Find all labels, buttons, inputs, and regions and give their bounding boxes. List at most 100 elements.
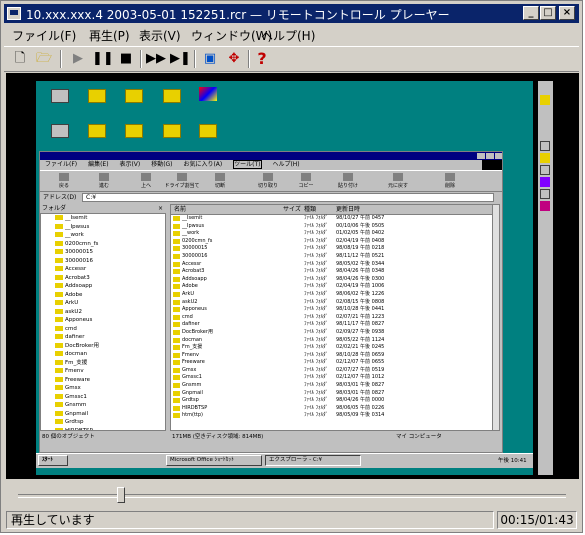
tree-item: Acrobat3: [41, 274, 165, 283]
clock: 午後 10:41: [498, 458, 527, 464]
file-list: 名前 サイズ 種類 更新日時 __Isemit ﾌｧｲﾙ ﾌｫﾙﾀﾞ 98/10/2…: [170, 204, 500, 431]
file-name: 30000015: [182, 245, 208, 252]
folder-icon: [173, 276, 180, 282]
explorer-menu-item: ヘルプ(H): [272, 161, 300, 168]
folder-icon: [55, 291, 63, 297]
folder-icon: [55, 402, 63, 407]
step-forward-icon[interactable]: ▶❚: [170, 50, 191, 68]
folder-icon: [199, 124, 217, 138]
folder-icon: [55, 232, 63, 237]
folder-icon: [173, 269, 180, 275]
folder-icon: [55, 325, 63, 331]
folder-icon: [173, 322, 180, 328]
file-row: Gnsmm ﾌｧｲﾙ ﾌｫﾙﾀﾞ 98/03/01 午後 0827: [171, 382, 499, 390]
file-name: Acrobat3: [182, 268, 205, 275]
file-name: Gnpmail: [182, 389, 203, 396]
folder-icon: [55, 359, 63, 365]
pause-icon[interactable]: ❚❚: [92, 50, 114, 68]
explorer-menu-item: ファイル(F): [45, 161, 78, 168]
file-type: ﾌｧｲﾙ ﾌｫﾙﾀﾞ: [304, 298, 329, 305]
file-row: 30000015 ﾌｧｲﾙ ﾌｫﾙﾀﾞ 98/08/19 午前 0218: [171, 245, 499, 253]
explorer-title-bar: [40, 152, 502, 160]
folder-icon: [55, 334, 63, 339]
tree-item-label: ArkU: [65, 300, 79, 306]
file-type: ﾌｧｲﾙ ﾌｫﾙﾀﾞ: [304, 336, 329, 343]
file-date: 01/02/05 午前 0402: [336, 230, 385, 237]
disk-space: 171MB (空きディスク領域: 814MB): [172, 434, 264, 440]
tree-item: __Isemit: [41, 214, 165, 223]
capture-icon[interactable]: ▣: [200, 50, 220, 68]
tree-item-label: askU2: [65, 308, 82, 315]
tree-item: __work: [41, 231, 165, 240]
file-date: 02/09/27 午後 0938: [336, 328, 385, 335]
file-date: 02/12/07 午前 0655: [336, 359, 385, 366]
tree-item-label: 30000016: [65, 257, 93, 264]
tree-item: Addsoapp: [41, 282, 165, 291]
address-label: アドレス(D): [43, 194, 77, 201]
tree-item-label: Adobe: [65, 291, 83, 298]
file-row: Adobe ﾌｧｲﾙ ﾌｫﾙﾀﾞ 02/04/19 午前 1006: [171, 283, 499, 291]
explorer-toolbar: 戻る 進む 上へ ドライブ割当て 切断 切り取り コピー 貼り付け 元に戻す 削…: [40, 170, 502, 192]
seek-thumb[interactable]: [116, 487, 125, 503]
paste-tool: 貼り付け: [330, 172, 366, 189]
file-row: 0200cmn_fs ﾌｧｲﾙ ﾌｫﾙﾀﾞ 02/04/19 午前 0408: [171, 238, 499, 246]
title-bar[interactable]: 10.xxx.xxx.4 2003-05-01 152251.rcr — リモー…: [4, 4, 579, 23]
remote-desktop: ファイル(F) 編集(E) 表示(V) 移動(G) お気に入り(A) ツール(T…: [36, 81, 533, 475]
tree-item: dafiner: [41, 333, 165, 342]
tree-item-label: DocBroker用: [65, 342, 100, 349]
play-icon[interactable]: ▶: [68, 50, 88, 68]
tree-item: askU2: [41, 308, 165, 317]
open-folder-icon[interactable]: 🗁: [34, 50, 54, 68]
folder-icon: [173, 375, 180, 381]
tree-item: cmd: [41, 325, 165, 334]
folder-icon: [173, 329, 180, 335]
folder-icon: [55, 240, 63, 246]
folder-tree: __Isemit __Ipwsus __work 0200cmn_fs 30000015…: [40, 213, 166, 431]
file-name: dafiner: [182, 321, 200, 328]
folder-icon: [173, 307, 180, 313]
file-row: cmd ﾌｧｲﾙ ﾌｫﾙﾀﾞ 02/07/21 午前 1223: [171, 314, 499, 322]
map-drive-tool: ドライブ割当て: [164, 172, 200, 189]
seek-bar[interactable]: [6, 484, 579, 506]
seek-track[interactable]: [18, 494, 566, 498]
folder-icon: [55, 283, 63, 288]
folder-icon: [173, 253, 180, 259]
file-row: HIRDBTSP ﾌｧｲﾙ ﾌｫﾙﾀﾞ 98/06/05 午前 0226: [171, 405, 499, 413]
folder-icon: [55, 427, 63, 430]
location-text: マイ コンピュータ: [396, 434, 442, 440]
file-name: 30000016: [182, 252, 208, 259]
menu-play[interactable]: 再生(P): [89, 27, 130, 44]
folder-icon: [55, 376, 63, 382]
status-bar: 再生しています 00:15/01:43: [4, 509, 579, 531]
folder-icon: [173, 284, 180, 290]
maximize-button[interactable]: □: [540, 6, 556, 20]
folder-icon: [173, 314, 180, 320]
start-button: ｽﾀｰﾄ: [38, 455, 68, 466]
file-name: Fm_支援: [182, 344, 203, 351]
close-button[interactable]: ×: [559, 6, 575, 20]
menu-view[interactable]: 表示(V): [139, 27, 181, 44]
fast-forward-icon[interactable]: ▶▶: [146, 50, 166, 68]
minimize-button[interactable]: _: [523, 6, 539, 20]
menu-help[interactable]: ヘルプ(H): [261, 27, 315, 44]
file-name: askU2: [182, 298, 198, 305]
menu-file[interactable]: ファイル(F): [12, 27, 76, 44]
folder-icon: [173, 352, 180, 358]
playback-time: 00:15/01:43: [497, 511, 577, 529]
help-icon[interactable]: ?: [252, 50, 272, 68]
fit-window-icon[interactable]: ✥: [224, 50, 244, 68]
file-date: 02/02/21 午後 0245: [336, 344, 385, 351]
file-type: ﾌｧｲﾙ ﾌｫﾙﾀﾞ: [304, 328, 329, 335]
file-name: Addsoapp: [182, 275, 207, 282]
new-file-icon[interactable]: 🗋: [10, 50, 30, 68]
file-row: Accessr ﾌｧｲﾙ ﾌｫﾙﾀﾞ 98/05/02 午後 0344: [171, 261, 499, 269]
tree-item: Gnsmm: [41, 401, 165, 410]
playback-viewport: ファイル(F) 編集(E) 表示(V) 移動(G) お気に入り(A) ツール(T…: [6, 73, 579, 479]
file-date: 98/05/22 午前 1124: [336, 336, 385, 343]
tree-item-label: Accessr: [65, 266, 87, 272]
file-row: Apponeus ﾌｧｲﾙ ﾌｫﾙﾀﾞ 98/10/28 午後 0441: [171, 306, 499, 314]
taskbar-item: エクスプローラ - C:¥: [265, 455, 361, 466]
folder-icon: [55, 257, 63, 263]
stop-icon[interactable]: ■: [116, 50, 136, 68]
tree-item-label: dafiner: [65, 334, 85, 340]
